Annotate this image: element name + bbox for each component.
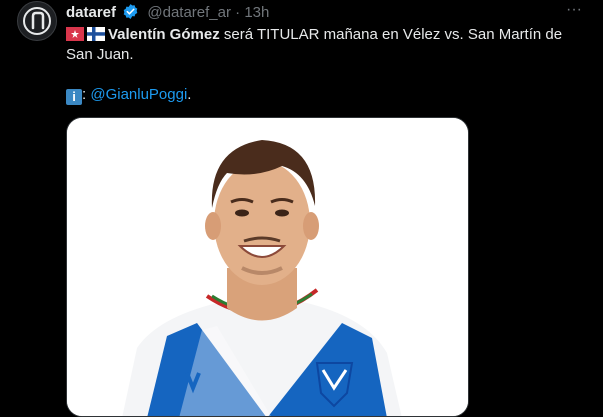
- mention-link[interactable]: @GianluPoggi: [90, 86, 187, 103]
- player-name: Valentín Gómez: [108, 26, 220, 43]
- credit-line: i: @GianluPoggi.: [66, 85, 191, 105]
- player-photo: [67, 118, 468, 416]
- separator-dot: ·: [235, 4, 241, 21]
- dataref-logo-icon: [23, 7, 51, 35]
- author-name[interactable]: dataref: [66, 4, 116, 21]
- more-options-icon[interactable]: ···: [562, 2, 586, 22]
- verified-badge-icon: [122, 3, 139, 25]
- author-handle[interactable]: @dataref_ar: [147, 4, 231, 21]
- info-colon: :: [82, 86, 87, 103]
- tweet-header: dataref @dataref_ar · 13h: [66, 3, 269, 25]
- period: .: [187, 86, 192, 103]
- velez-flag-icon: [66, 27, 84, 41]
- timestamp[interactable]: 13h: [244, 4, 269, 21]
- tweet-text: Valentín Gómez será TITULAR mañana en Vé…: [66, 25, 586, 65]
- finland-flag-icon: [87, 27, 105, 41]
- info-icon: i: [66, 89, 82, 105]
- tweet-media-image[interactable]: [66, 117, 469, 417]
- avatar[interactable]: [17, 1, 57, 41]
